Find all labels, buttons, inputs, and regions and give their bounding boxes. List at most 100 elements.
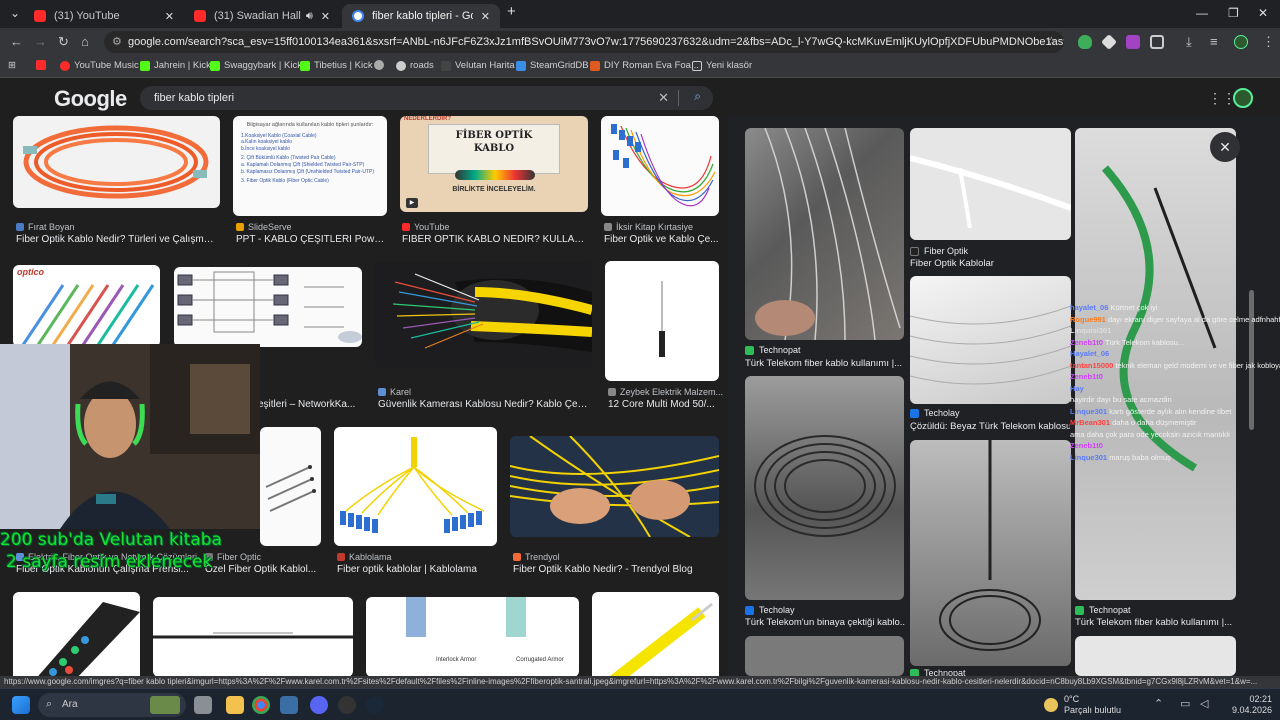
result-image-single-cable[interactable] — [605, 261, 719, 381]
preview-image-cables-1[interactable] — [745, 128, 904, 340]
result-image-fanout-cable[interactable] — [334, 427, 497, 546]
close-tab-icon[interactable]: ✕ — [321, 10, 330, 23]
bookmark-roads[interactable]: roads — [396, 60, 434, 71]
preview-title[interactable]: Türk Telekom fiber kablo kullanımı |... — [745, 358, 905, 369]
preview-image-black-cable-coil[interactable] — [745, 376, 904, 600]
menu-kebab-icon[interactable]: ⋮ — [1262, 34, 1275, 50]
tab-search-icon[interactable]: ⌄ — [10, 6, 20, 20]
account-avatar[interactable] — [1233, 88, 1253, 108]
tab-swadian-hall[interactable]: (31) Swadian Hall 1 Hour Lo 🔊︎ ✕ — [184, 4, 340, 28]
weather-icon[interactable] — [1044, 698, 1058, 712]
forward-icon[interactable]: → — [34, 34, 47, 49]
google-logo[interactable]: Google — [54, 86, 127, 112]
address-bar[interactable]: ⚙︎ google.com/search?sca_esv=15ff0100134… — [104, 31, 1064, 53]
download-icon[interactable]: ⤓ — [1186, 34, 1192, 50]
speaker-icon: 🔊︎ — [305, 9, 313, 22]
new-tab-icon[interactable]: + — [507, 3, 516, 20]
bookmark-swaggybark[interactable]: Swaggybark | Kick — [210, 60, 302, 71]
chrome-icon[interactable] — [252, 696, 270, 714]
weather-widget[interactable]: 0°C Parçalı bulutlu — [1064, 694, 1121, 716]
preview-image-fiber-optik[interactable] — [910, 128, 1071, 240]
result-title[interactable]: Fiber Optik ve Kablo Çe... — [604, 234, 719, 245]
bookmark-youtube[interactable] — [36, 60, 50, 70]
preview-image-wall-cable[interactable] — [910, 440, 1071, 666]
bookmark-youtube-music[interactable]: YouTube Music — [60, 60, 139, 71]
result-image-special-fiber[interactable] — [260, 427, 321, 546]
result-image-drop-cable[interactable] — [153, 597, 353, 676]
result-image-orange-cable[interactable] — [13, 116, 220, 208]
result-title[interactable]: FİBER OPTİK KABLO NEDİR? KULLAN... — [402, 234, 588, 245]
result-source: Fiber Optic — [205, 552, 261, 562]
restore-icon[interactable]: ❐ — [1228, 6, 1239, 20]
tab-youtube[interactable]: (31) YouTube ✕ — [24, 4, 184, 28]
bookmark-diy-roman[interactable]: DIY Roman Eva Foa... — [590, 60, 699, 71]
result-title[interactable]: Fiber Optik Kablo Nedir? Türleri ve Çalı… — [16, 234, 216, 245]
steam-icon[interactable] — [366, 696, 384, 714]
shield-extension-icon[interactable] — [1078, 35, 1092, 49]
result-title[interactable]: PPT - KABLO ÇEŞİTLERİ Powe... — [236, 234, 386, 245]
close-preview-button[interactable]: ✕ — [1210, 132, 1240, 162]
file-explorer-icon[interactable] — [226, 696, 244, 714]
bookmark-globe[interactable] — [374, 60, 388, 70]
back-icon[interactable]: ← — [10, 34, 23, 49]
search-input[interactable]: fiber kablo tipleri ✕ ⌕ — [140, 86, 713, 110]
result-title[interactable]: Güvenlik Kamerası Kablosu Nedir? Kablo Ç… — [378, 399, 590, 410]
result-image-patch-cords[interactable]: optico — [13, 265, 160, 347]
bookmark-velutan-harita[interactable]: Velutan Harita — [441, 60, 515, 71]
preview-image-bottom-left[interactable] — [745, 636, 904, 676]
app-icon[interactable] — [280, 696, 298, 714]
result-title[interactable]: Özel Fiber Optik Kablol... — [205, 564, 320, 575]
search-icon[interactable]: ⌕ — [694, 89, 701, 104]
preview-title[interactable]: Türk Telekom fiber kablo kullanımı |... — [1075, 617, 1235, 628]
result-title[interactable]: Fiber Optik Kablo Nedir? - Trendyol Blog — [513, 564, 719, 575]
system-clock[interactable]: 02:21 9.04.2026 — [1228, 694, 1272, 716]
result-image-slide[interactable]: Bilgisayar ağlarında kullanılan kablo ti… — [233, 116, 387, 216]
tray-chevron-icon[interactable]: ⌃ — [1154, 697, 1163, 710]
discord-icon[interactable] — [310, 696, 328, 714]
result-image-network-diagram[interactable] — [174, 267, 362, 347]
purple-extension-icon[interactable] — [1126, 35, 1140, 49]
media-control-icon[interactable]: ≡ — [1210, 34, 1218, 49]
task-view-icon[interactable] — [194, 696, 212, 714]
bookmark-jahrein[interactable]: Jahrein | Kick — [140, 60, 211, 71]
network-icon[interactable]: ▭ — [1180, 697, 1190, 710]
site-info-icon[interactable]: ⚙︎ — [112, 35, 122, 48]
bookmark-star-icon[interactable]: ☆ — [1046, 34, 1057, 48]
result-image-armored-cross-section[interactable] — [13, 592, 140, 676]
bookmark-folder[interactable]: Yeni klasör — [692, 60, 752, 71]
apps-grid-icon[interactable]: ⊞ — [8, 60, 16, 71]
close-tab-icon[interactable]: ✕ — [481, 10, 490, 23]
windows-start-icon[interactable] — [12, 696, 30, 714]
result-image-armor-types[interactable]: Interlock Armor Corrugated Armor — [366, 597, 579, 676]
bookmark-steamgriddb[interactable]: SteamGridDB — [516, 60, 589, 71]
bookmark-tibetius[interactable]: Tibetius | Kick — [300, 60, 373, 71]
preview-image-bottom-right[interactable] — [1075, 636, 1236, 676]
diamond-extension-icon[interactable] — [1101, 34, 1117, 50]
taskbar-search[interactable]: ⌕ Ara — [38, 693, 186, 717]
reload-icon[interactable]: ↻ — [58, 34, 69, 50]
result-image-yellow-cable[interactable] — [592, 592, 719, 676]
result-image-pigtail-fibers[interactable] — [601, 116, 719, 216]
profile-avatar-icon[interactable] — [1234, 35, 1248, 49]
result-title[interactable]: 12 Core Multi Mod 50/... — [608, 399, 719, 410]
volume-icon[interactable]: ◁ — [1200, 697, 1208, 710]
home-icon[interactable]: ⌂ — [81, 34, 89, 49]
result-image-youtube-thumbnail[interactable]: NEDERLERDİR? FİBER OPTİK KABLO BİRLİKTE … — [400, 116, 588, 212]
tab-google-search[interactable]: fiber kablo tipleri - Google'da A ✕ — [342, 4, 500, 28]
minimize-icon[interactable]: — — [1196, 6, 1208, 20]
obs-icon[interactable] — [338, 696, 356, 714]
preview-title[interactable]: Fiber Optik Kablolar — [910, 258, 1070, 269]
result-image-fiber-bundle[interactable] — [375, 262, 592, 368]
preview-image-white-coil[interactable] — [910, 276, 1071, 404]
result-image-hands-fiber[interactable] — [510, 436, 719, 537]
close-tab-icon[interactable]: ✕ — [165, 10, 174, 23]
window-close-icon[interactable]: ✕ — [1258, 6, 1268, 20]
result-title[interactable]: eşitleri – NetworkKa... — [258, 399, 364, 410]
extensions-puzzle-icon[interactable] — [1150, 35, 1164, 49]
result-title[interactable]: Fiber optik kablolar | Kablolama — [337, 564, 497, 575]
site-icon — [745, 345, 754, 355]
preview-title[interactable]: Türk Telekom'un binaya çektiği kablo... — [745, 617, 905, 628]
clear-search-icon[interactable]: ✕ — [658, 90, 669, 106]
preview-title[interactable]: Çözüldü: Beyaz Türk Telekom kablosu... — [910, 421, 1070, 432]
chat-username: Zeneb1t0 — [1070, 372, 1103, 381]
